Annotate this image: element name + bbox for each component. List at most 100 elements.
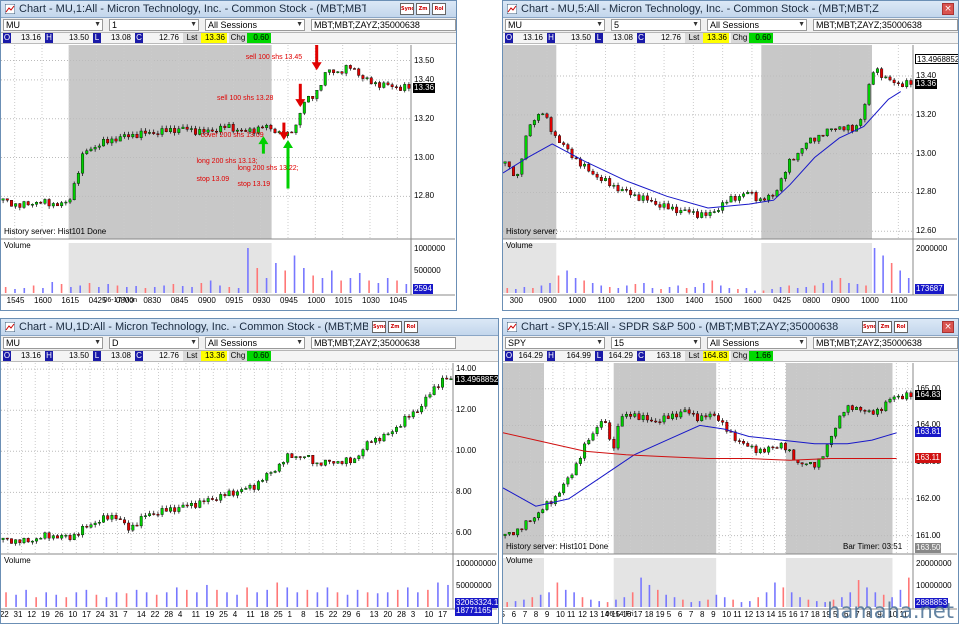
candle-body (850, 124, 854, 132)
time-tick-label: 11 (733, 610, 742, 619)
quote-label: Lst (183, 33, 201, 43)
volume-bar (749, 601, 751, 607)
window-titlebar[interactable]: Chart - MU,1D:All - Micron Technology, I… (1, 319, 498, 336)
time-tick-label: 18 (644, 610, 654, 619)
candle-body (30, 204, 34, 206)
candle-body (407, 84, 411, 89)
candle-body (81, 153, 85, 174)
quote-value: 13.16 (20, 351, 41, 360)
candle-body (737, 440, 741, 442)
interval-select[interactable]: D ▼ (109, 337, 199, 349)
candle-body (566, 477, 570, 485)
candle-body (60, 535, 64, 539)
time-tick-label: 3 (410, 610, 416, 619)
volume-pane-label: Volume (506, 241, 533, 250)
candle-body (164, 508, 168, 512)
volume-bar (368, 280, 370, 293)
interval-select[interactable]: 1 ▼ (109, 19, 199, 31)
interval-select[interactable]: 5 ▼ (611, 19, 701, 31)
candle-body (286, 453, 290, 463)
candle-body (754, 445, 758, 453)
price-chart[interactable]: 14.00 12.00 10.00 8.00 6.00 13.4968852 1000000… (1, 363, 498, 621)
candle-body (22, 538, 26, 543)
symbol-input[interactable]: MU ▼ (3, 19, 103, 31)
symbol-input[interactable]: SPY ▼ (505, 337, 605, 349)
volume-bar (356, 589, 359, 607)
window-titlebar[interactable]: Chart - MU,1:All - Micron Technology, In… (1, 1, 456, 18)
zoom-button[interactable]: Zm (878, 321, 892, 333)
window-title: Chart - MU,1D:All - Micron Technology, I… (19, 321, 368, 333)
candle-body (386, 433, 390, 436)
volume-pane-label: Volume (4, 556, 31, 565)
time-tick-label: 7 (522, 610, 528, 619)
sync-button[interactable]: Sync (862, 321, 876, 333)
volume-bar (591, 283, 594, 293)
route-select[interactable]: MBT;MBT;ZAYZ;35000638 (813, 19, 958, 31)
volume-bar (107, 284, 109, 293)
candle-body (892, 396, 896, 400)
candle-body (382, 82, 386, 88)
volume-bar (4, 287, 7, 293)
candle-body (717, 415, 720, 421)
session-select[interactable]: All Sessions ▼ (707, 337, 807, 349)
quote-label: Chg (731, 351, 749, 361)
candle-body (650, 419, 653, 422)
roll-button[interactable]: Rol (894, 321, 908, 333)
window-titlebar[interactable]: Chart - SPY,15:All - SPDR S&P 500 - (MBT… (503, 319, 958, 336)
session-select[interactable]: All Sessions ▼ (707, 19, 807, 31)
session-select[interactable]: All Sessions ▼ (205, 19, 305, 31)
symbol-input[interactable]: MU ▼ (505, 19, 605, 31)
time-tick-label: 1030 (362, 296, 380, 305)
roll-button[interactable]: Rol (404, 321, 418, 333)
sync-button[interactable]: Sync (400, 3, 414, 15)
candle-body (206, 498, 210, 502)
volume-bar (737, 289, 739, 293)
route-select[interactable]: MBT;MBT;ZAYZ;35000638 (813, 337, 958, 349)
time-tick-label: 0900 (831, 296, 850, 305)
candle-body (327, 69, 331, 73)
candle-body (691, 211, 695, 213)
route-value: MBT;MBT;ZAYZ;35000638 (314, 20, 420, 30)
price-chart[interactable]: 165.00164.00163.00162.00161.00164.83163.… (503, 363, 957, 621)
close-icon[interactable]: × (942, 321, 954, 333)
time-tick-label: 11 (191, 610, 200, 619)
volume-bar (60, 284, 63, 293)
candle-body (758, 198, 762, 202)
zoom-button[interactable]: Zm (416, 3, 430, 15)
candle-body (294, 124, 298, 134)
candle-body (591, 170, 595, 175)
candle-body (771, 446, 775, 449)
sync-button[interactable]: Sync (372, 321, 386, 333)
volume-bar (540, 285, 543, 293)
candle-body (645, 415, 649, 421)
window-titlebar[interactable]: Chart - MU,5:All - Micron Technology, In… (503, 1, 958, 18)
chevron-down-icon: ▼ (798, 339, 805, 346)
candle-body (629, 189, 633, 196)
volume-bar (557, 275, 560, 293)
time-tick-label: 6 (511, 610, 517, 619)
candle-body (424, 396, 428, 407)
price-chart[interactable]: 13.50 13.40 13.20 13.00 12.80 13.36 1000000 500… (1, 45, 455, 307)
candle-body (39, 202, 43, 204)
candle-body (704, 415, 708, 418)
route-select[interactable]: MBT;MBT;ZAYZ;35000638 (311, 337, 456, 349)
symbol-value: MU (6, 338, 20, 348)
volume-bar (651, 288, 654, 293)
candle-body (779, 178, 783, 191)
session-select[interactable]: All Sessions ▼ (205, 337, 305, 349)
close-icon[interactable]: × (942, 3, 954, 15)
roll-button[interactable]: Rol (432, 3, 446, 15)
candle-body (804, 142, 808, 149)
volume-bar (79, 285, 82, 293)
symbol-input[interactable]: MU ▼ (3, 337, 103, 349)
interval-select[interactable]: 15 ▼ (611, 337, 701, 349)
volume-bar (556, 582, 559, 607)
volume-bar (707, 599, 709, 607)
volume-bar (427, 589, 429, 607)
price-chart[interactable]: 13.40 13.20 13.00 12.80 12.60 13.36 13.4968852… (503, 45, 958, 307)
zoom-button[interactable]: Zm (388, 321, 402, 333)
candle-body (871, 72, 875, 85)
route-select[interactable]: MBT;MBT;ZAYZ;35000638 (311, 19, 456, 31)
volume-bar (145, 592, 148, 607)
volume-bar (386, 278, 389, 293)
